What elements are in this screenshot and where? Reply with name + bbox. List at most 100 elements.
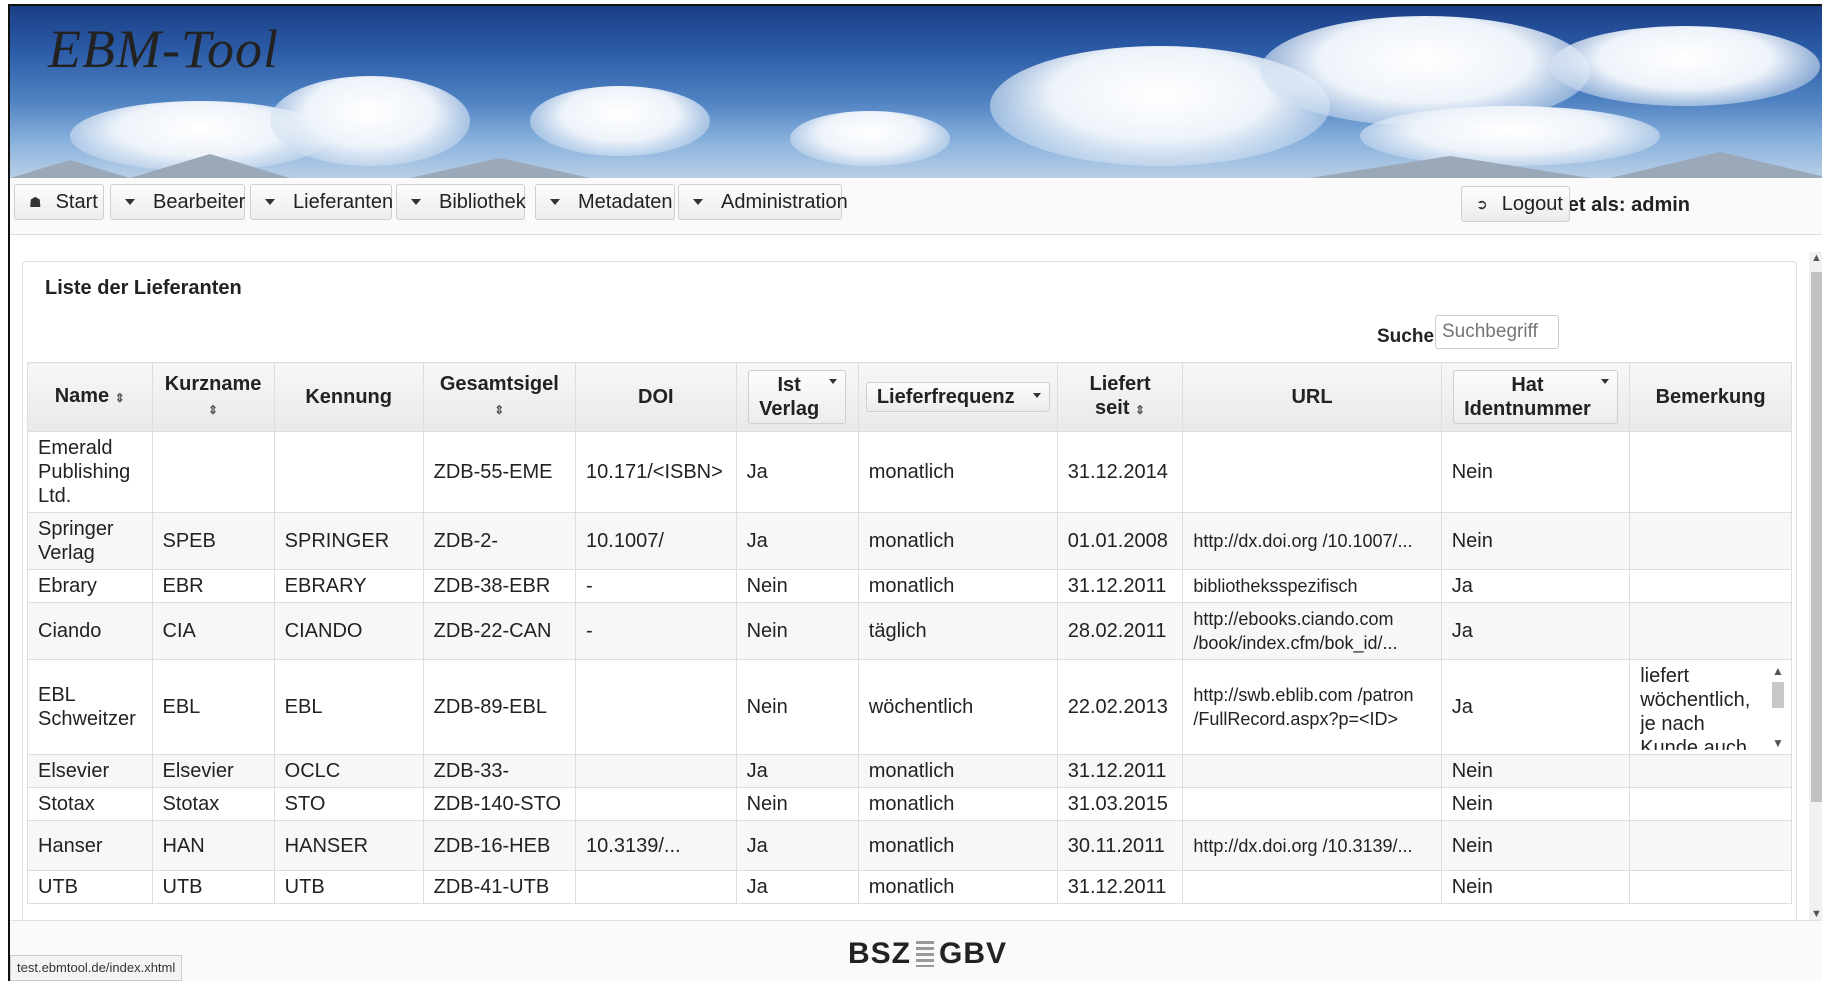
cell-bemerkung: [1629, 870, 1792, 904]
page-scrollbar[interactable]: ▲ ▼: [1809, 252, 1822, 920]
nav-metadaten-label: Metadaten: [578, 190, 673, 213]
footer-logo: BSZ GBV: [848, 937, 1007, 971]
home-icon: ☗: [29, 193, 42, 210]
scroll-down-icon[interactable]: ▼: [1809, 908, 1822, 920]
supplier-list-panel: Liste der Lieferanten Suchen: Name ⇕ Kur…: [22, 261, 1797, 943]
cell-lieferfrequenz: monatlich: [857, 754, 1058, 788]
table-row[interactable]: Ebrary EBR EBRARY ZDB-38-EBR - Nein monatlich 3…: [27, 569, 1792, 603]
scroll-up-icon[interactable]: ▲: [1771, 664, 1785, 678]
table-row[interactable]: UTB UTB UTB ZDB-41-UTB Ja monatlich 31.12.2011…: [27, 870, 1792, 904]
cell-hat-ident: Nein: [1440, 512, 1631, 570]
table-header-row: Name ⇕ Kurzname ⇕ Kennung Gesamtsigel ⇕ DO…: [27, 362, 1792, 432]
cell-doi: 10.3139/...: [575, 820, 737, 871]
nav-lieferanten-menu[interactable]: Lieferanten: [250, 184, 393, 220]
table-row[interactable]: Emerald Publishing Ltd. ZDB-55-EME 10.171/…: [27, 431, 1792, 513]
sort-icon: ⇕: [1135, 403, 1146, 417]
nav-bearbeiter-label: Bearbeiter: [153, 190, 246, 213]
cell-ist-verlag: Nein: [735, 659, 859, 755]
cell-lieferfrequenz: monatlich: [857, 870, 1058, 904]
cell-kennung: OCLC: [273, 754, 424, 788]
cell-kurzname: CIA: [151, 602, 275, 660]
cell-lieferfrequenz: wöchentlich: [857, 659, 1058, 755]
header-banner: EBM-Tool: [10, 6, 1822, 178]
search-input[interactable]: [1435, 315, 1559, 349]
logout-icon: ➲: [1476, 195, 1488, 212]
col-kurzname-header[interactable]: Kurzname ⇕: [151, 362, 275, 432]
cell-lieferfrequenz: monatlich: [857, 431, 1058, 513]
cell-name: EBL Schweitzer: [27, 659, 153, 755]
cell-kurzname: EBL: [151, 659, 275, 755]
cell-gesamtsigel: ZDB-2-: [422, 512, 577, 570]
logout-button[interactable]: ➲ Logout: [1461, 186, 1570, 222]
cell-doi: -: [575, 569, 737, 603]
cell-ist-verlag: Nein: [735, 569, 859, 603]
app-logo: EBM-Tool: [48, 19, 280, 79]
cell-kennung: SPRINGER: [273, 512, 424, 570]
col-name-header[interactable]: Name ⇕: [27, 362, 153, 432]
cell-ist-verlag: Ja: [735, 754, 859, 788]
liefert-seit-label-1: Liefert: [1089, 373, 1151, 395]
caret-down-icon: [265, 199, 275, 205]
col-liefert-seit-header[interactable]: Liefert seit ⇕: [1056, 362, 1184, 432]
caret-down-icon: [411, 199, 421, 205]
hat-ident-label-1: Hat: [1511, 374, 1544, 396]
cell-liefert-seit: 28.02.2011: [1056, 602, 1184, 660]
cell-bemerkung: [1629, 820, 1792, 871]
scrollbar-thumb[interactable]: [1811, 272, 1822, 802]
cell-doi: [575, 659, 737, 755]
scrollbar-thumb[interactable]: [1772, 682, 1784, 708]
cell-ist-verlag: Ja: [735, 870, 859, 904]
cell-liefert-seit: 31.12.2011: [1056, 569, 1184, 603]
divider-bars-icon: [916, 941, 934, 967]
cell-lieferfrequenz: monatlich: [857, 569, 1058, 603]
cell-kennung: EBL: [273, 659, 424, 755]
col-url-header: URL: [1182, 362, 1442, 432]
cell-bemerkung: [1629, 512, 1792, 570]
col-gesamtsigel-header[interactable]: Gesamtsigel ⇕: [422, 362, 577, 432]
nav-administration-menu[interactable]: Administration: [678, 184, 848, 220]
nav-start-button[interactable]: ☗ Start: [14, 184, 104, 220]
cell-ist-verlag: Ja: [735, 820, 859, 871]
cell-bemerkung: [1629, 431, 1792, 513]
table-row[interactable]: Ciando CIA CIANDO ZDB-22-CAN - Nein täglich 28.…: [27, 602, 1792, 660]
table-row[interactable]: Elsevier Elsevier OCLC ZDB-33- Ja monatlich 31…: [27, 754, 1792, 788]
main-nav: ☗ Start Bearbeiter Lieferanten Bibliothe…: [10, 178, 1822, 235]
cell-liefert-seit: 31.12.2011: [1056, 870, 1184, 904]
notes-scrollbar[interactable]: ▲ ▼: [1771, 664, 1785, 750]
cell-bemerkung: [1629, 787, 1792, 821]
nav-administration-label: Administration: [721, 190, 848, 213]
cell-name: Ciando: [27, 602, 153, 660]
cell-url: [1182, 431, 1442, 513]
cell-kurzname: Stotax: [151, 787, 275, 821]
scroll-down-icon[interactable]: ▼: [1771, 736, 1785, 750]
cell-gesamtsigel: ZDB-16-HEB: [422, 820, 577, 871]
cell-kennung: STO: [273, 787, 424, 821]
notes-textarea[interactable]: liefert wöchentlich, je nach Kunde auch ▲…: [1640, 664, 1785, 750]
nav-bibliothek-menu[interactable]: Bibliothek: [396, 184, 526, 220]
lieferfrequenz-filter[interactable]: Lieferfrequenz: [865, 382, 1050, 412]
cell-url: [1182, 754, 1442, 788]
table-row[interactable]: Springer Verlag SPEB SPRINGER ZDB-2- 10.1007…: [27, 512, 1792, 570]
table-row[interactable]: EBL Schweitzer EBL EBL ZDB-89-EBL Nein wöchen…: [27, 659, 1792, 755]
col-bemerkung-label: Bemerkung: [1655, 386, 1766, 408]
col-kennung-label: Kennung: [305, 386, 392, 408]
sort-icon: ⇕: [494, 403, 505, 417]
nav-metadaten-menu[interactable]: Metadaten: [535, 184, 675, 220]
cell-bemerkung: [1629, 602, 1792, 660]
cell-liefert-seit: 31.12.2011: [1056, 754, 1184, 788]
table-row[interactable]: Stotax Stotax STO ZDB-140-STO Nein monatlich 3…: [27, 787, 1792, 821]
cell-hat-ident: Ja: [1440, 602, 1631, 660]
ist-verlag-filter[interactable]: Ist Verlag: [748, 370, 847, 424]
nav-bearbeiter-menu[interactable]: Bearbeiter: [110, 184, 245, 220]
cell-hat-ident: Nein: [1440, 431, 1631, 513]
hat-ident-filter[interactable]: Hat Identnummer: [1453, 370, 1618, 424]
cell-kennung: [273, 431, 424, 513]
cell-bemerkung: liefert wöchentlich, je nach Kunde auch ▲…: [1629, 659, 1792, 755]
cell-name: Stotax: [27, 787, 153, 821]
scroll-up-icon[interactable]: ▲: [1809, 252, 1822, 264]
table-row[interactable]: Hanser HAN HANSER ZDB-16-HEB 10.3139/... Ja mo…: [27, 820, 1792, 871]
ist-verlag-label-2: Verlag: [759, 398, 820, 420]
cell-url: http://dx.doi.org /10.1007/...: [1182, 512, 1442, 570]
col-doi-header: DOI: [575, 362, 737, 432]
cell-name: Hanser: [27, 820, 153, 871]
